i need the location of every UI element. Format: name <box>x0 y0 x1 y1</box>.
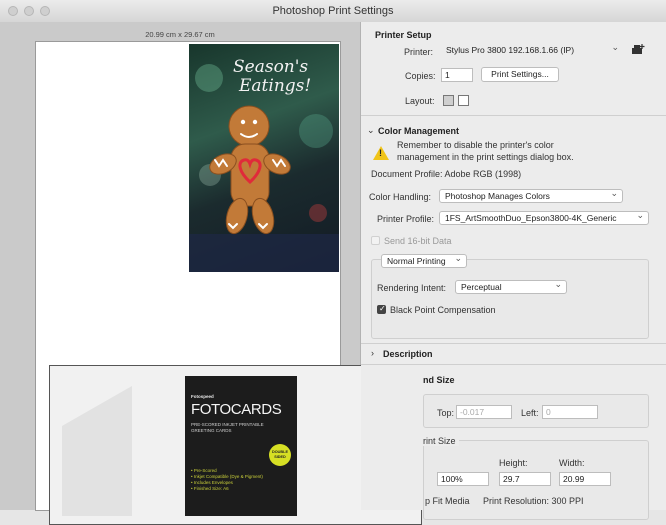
card-stand-shape <box>62 386 132 516</box>
printer-profile-select[interactable]: 1FS_ArtSmoothDuo_Epson3800-4K_Generic <box>439 211 649 225</box>
double-sided-badge: DOUBLE SIDED <box>269 444 291 466</box>
printer-profile-label: Printer Profile: <box>377 214 435 224</box>
settings-panel: Printer Setup Printer: Stylus Pro 3800 1… <box>361 22 666 520</box>
expand-description-icon[interactable]: › <box>371 348 374 358</box>
warning-line-2: management in the print settings dialog … <box>397 152 574 162</box>
collapse-color-management-icon[interactable]: ⌄ <box>367 125 375 136</box>
printer-label: Printer: <box>404 47 434 57</box>
print-resolution: Print Resolution: 300 PPI <box>483 496 584 506</box>
black-point-compensation-label: Black Point Compensation <box>390 305 496 315</box>
gingerbread-man-image <box>209 105 291 235</box>
color-management-heading: Color Management <box>378 126 460 136</box>
preview-photo[interactable]: Season's Eatings! <box>189 44 339 272</box>
normal-printing-select[interactable]: Normal Printing <box>381 254 467 268</box>
warning-icon <box>373 146 389 160</box>
send-16-bit-checkbox[interactable] <box>371 236 380 245</box>
document-profile: Document Profile: Adobe RGB (1998) <box>371 169 522 179</box>
warning-line-1: Remember to disable the printer's color <box>397 140 554 150</box>
box-feature: • Finished Size: A6 <box>191 486 229 491</box>
height-input[interactable]: 29.7 <box>499 472 551 486</box>
fotocards-box: Fotospeed FOTOCARDS PRE-SCORED INKJET PR… <box>185 376 297 516</box>
portrait-layout-icon[interactable] <box>443 95 454 106</box>
printer-setup-heading: Printer Setup <box>375 30 432 40</box>
box-brand: Fotospeed <box>191 394 214 399</box>
landscape-layout-icon[interactable] <box>458 95 469 106</box>
section-divider <box>361 364 666 365</box>
left-label: Left: <box>521 408 539 418</box>
section-divider <box>361 115 666 116</box>
top-label: Top: <box>437 408 455 418</box>
title-bar: Photoshop Print Settings <box>0 0 666 23</box>
box-subtitle: PRE-SCORED INKJET PRINTABLE GREETING CAR… <box>191 422 264 433</box>
window-title: Photoshop Print Settings <box>272 5 394 17</box>
paper-size-label: 20.99 cm x 29.67 cm <box>145 30 215 39</box>
section-divider <box>361 343 666 344</box>
printer-add-icon[interactable] <box>631 43 645 57</box>
description-heading: Description <box>383 349 433 359</box>
width-label: Width: <box>559 458 585 468</box>
send-16-bit-label: Send 16-bit Data <box>384 236 452 246</box>
black-point-compensation-checkbox[interactable] <box>377 304 386 314</box>
width-input[interactable]: 20.99 <box>559 472 611 486</box>
print-preview-area: 20.99 cm x 29.67 cm Season's Eatings! Fo… <box>0 22 422 525</box>
layout-label: Layout: <box>405 96 435 106</box>
color-handling-select[interactable]: Photoshop Manages Colors <box>439 189 623 203</box>
rendering-intent-select[interactable]: Perceptual <box>455 280 567 294</box>
copies-label: Copies: <box>405 71 436 81</box>
scale-input[interactable]: 100% <box>437 472 489 486</box>
rendering-intent-label: Rendering Intent: <box>377 283 447 293</box>
height-label: Height: <box>499 458 528 468</box>
box-product-name: FOTOCARDS <box>191 401 282 418</box>
color-handling-label: Color Handling: <box>369 192 432 202</box>
top-input[interactable]: -0.017 <box>456 405 512 419</box>
print-size-heading: rint Size <box>423 436 459 446</box>
left-input[interactable]: 0 <box>542 405 598 419</box>
position-size-heading: nd Size <box>423 375 455 385</box>
print-settings-button[interactable]: Print Settings... <box>481 67 559 82</box>
scale-to-fit-label: p Fit Media <box>425 496 470 506</box>
box-features: • Pre-Scored • Inkjet Compatible (Dye & … <box>191 468 271 492</box>
printer-select[interactable]: Stylus Pro 3800 192.168.1.66 (IP) <box>441 44 623 58</box>
printing-options-frame <box>371 259 649 339</box>
copies-input[interactable]: 1 <box>441 68 473 82</box>
